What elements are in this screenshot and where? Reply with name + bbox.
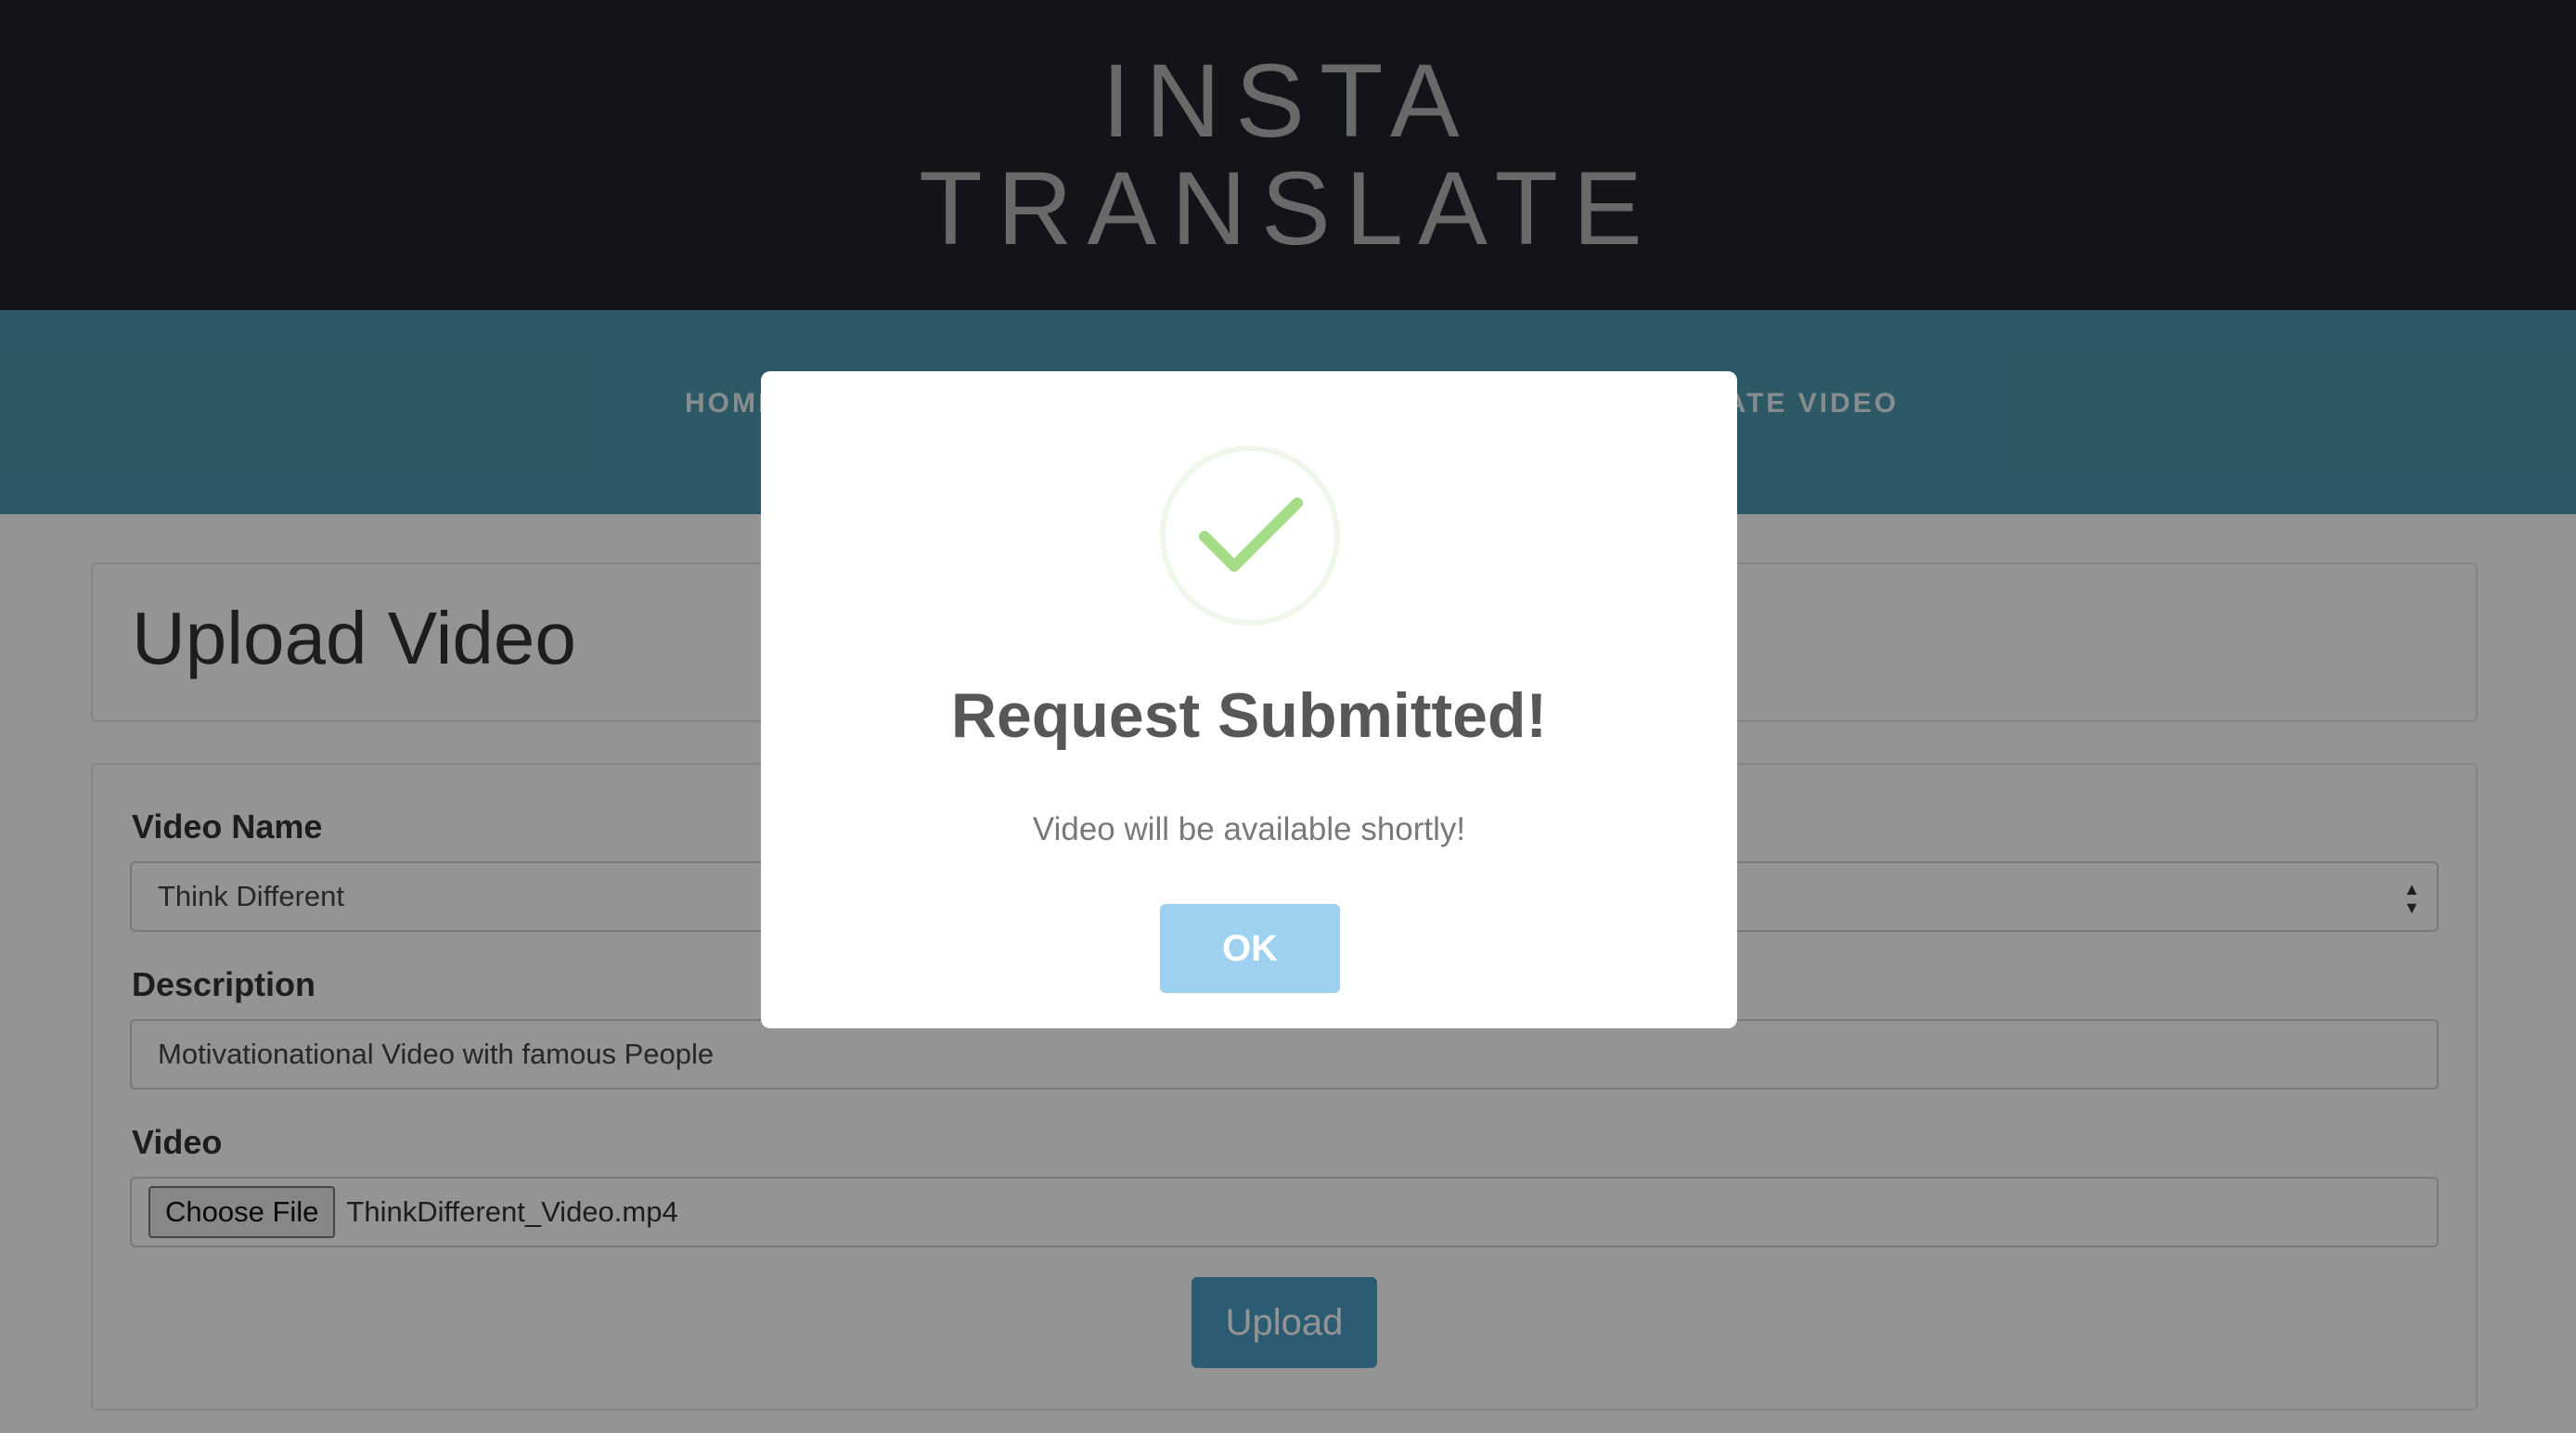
ok-button[interactable]: OK bbox=[1160, 904, 1340, 993]
checkmark-circle-icon bbox=[1160, 445, 1340, 626]
modal-title: Request Submitted! bbox=[950, 680, 1548, 751]
success-modal: Request Submitted! Video will be availab… bbox=[761, 371, 1737, 1028]
modal-message: Video will be available shortly! bbox=[1032, 811, 1466, 847]
